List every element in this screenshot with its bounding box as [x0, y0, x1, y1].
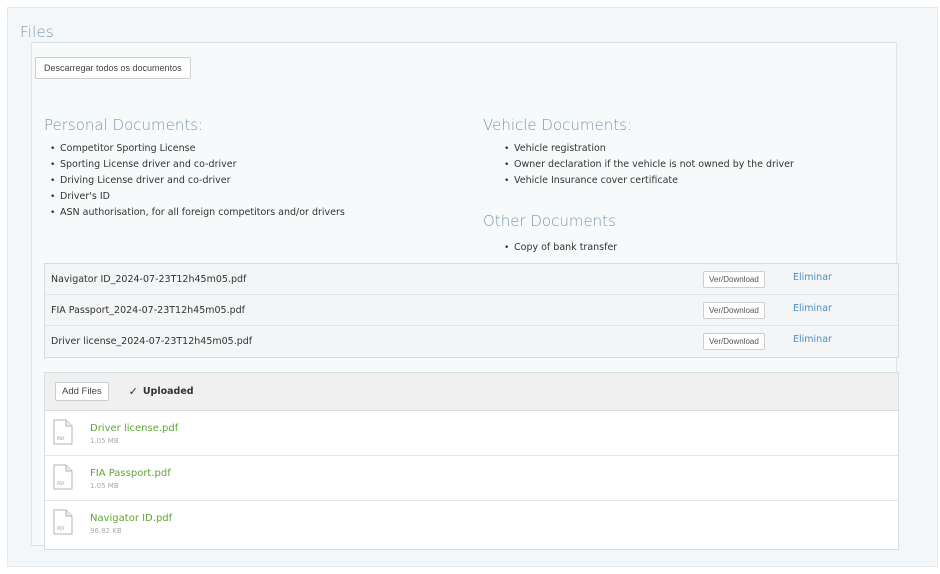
file-size: 1.05 MB	[90, 482, 119, 490]
table-row: FIA Passport_2024-07-23T12h45m05.pdf Ver…	[45, 295, 898, 326]
uploaded-file-link[interactable]: Driver license.pdf	[90, 423, 178, 434]
file-size: 1.05 MB	[90, 437, 119, 445]
delete-link[interactable]: Eliminar	[793, 303, 832, 314]
personal-documents-heading: Personal Documents:	[44, 116, 204, 134]
list-item: Vehicle Insurance cover certificate	[504, 173, 794, 189]
check-icon: ✓	[128, 385, 138, 398]
list-item: PDF Navigator ID.pdf 96.82 KB	[45, 501, 898, 546]
pdf-file-icon: PDF	[53, 464, 73, 490]
pdf-type-label: PDF	[57, 436, 65, 441]
pdf-type-label: PDF	[57, 526, 65, 531]
delete-link[interactable]: Eliminar	[793, 272, 832, 283]
list-item: PDF FIA Passport.pdf 1.05 MB	[45, 456, 898, 501]
view-download-button[interactable]: Ver/Download	[703, 333, 765, 350]
list-item: ASN authorisation, for all foreign compe…	[50, 205, 345, 221]
pdf-file-icon: PDF	[53, 509, 73, 535]
personal-documents-list: Competitor Sporting License Sporting Lic…	[50, 141, 345, 221]
view-download-button[interactable]: Ver/Download	[703, 302, 765, 319]
list-item: Vehicle registration	[504, 141, 794, 157]
delete-link[interactable]: Eliminar	[793, 334, 832, 345]
file-name: Driver license_2024-07-23T12h45m05.pdf	[51, 336, 253, 347]
file-size: 96.82 KB	[90, 527, 122, 535]
add-files-button[interactable]: Add Files	[55, 382, 109, 401]
file-name: FIA Passport_2024-07-23T12h45m05.pdf	[51, 304, 246, 316]
table-row: Navigator ID_2024-07-23T12h45m05.pdf Ver…	[45, 264, 898, 295]
upload-status-label: Uploaded	[142, 386, 194, 397]
list-item: Owner declaration if the vehicle is not …	[504, 157, 794, 173]
download-all-button[interactable]: Descarregar todos os documentos	[35, 57, 191, 79]
pdf-file-icon: PDF	[53, 419, 73, 445]
view-download-button[interactable]: Ver/Download	[703, 271, 765, 288]
vehicle-documents-heading: Vehicle Documents:	[483, 116, 632, 134]
other-documents-heading: Other Documents	[483, 212, 616, 230]
vehicle-documents-list: Vehicle registration Owner declaration i…	[504, 141, 794, 189]
list-item: Copy of bank transfer	[504, 240, 617, 256]
list-item: Competitor Sporting License	[50, 141, 345, 157]
list-item: Driver's ID	[50, 189, 345, 205]
uploader-header: Add Files ✓ Uploaded	[45, 373, 898, 411]
table-row: Driver license_2024-07-23T12h45m05.pdf V…	[45, 326, 898, 357]
panel-title: Files	[20, 23, 54, 41]
uploaded-files-table: Navigator ID_2024-07-23T12h45m05.pdf Ver…	[44, 263, 899, 358]
file-uploader: Add Files ✓ Uploaded PDF Driver license.…	[44, 372, 899, 550]
upload-status: ✓ Uploaded	[129, 385, 194, 398]
uploaded-file-link[interactable]: FIA Passport.pdf	[90, 468, 171, 479]
pdf-type-label: PDF	[57, 481, 65, 486]
uploaded-file-link[interactable]: Navigator ID.pdf	[90, 513, 172, 524]
file-name: Navigator ID_2024-07-23T12h45m05.pdf	[51, 273, 247, 285]
list-item: PDF Driver license.pdf 1.05 MB	[45, 411, 898, 456]
list-item: Sporting License driver and co-driver	[50, 157, 345, 173]
other-documents-list: Copy of bank transfer	[504, 240, 617, 256]
list-item: Driving License driver and co-driver	[50, 173, 345, 189]
